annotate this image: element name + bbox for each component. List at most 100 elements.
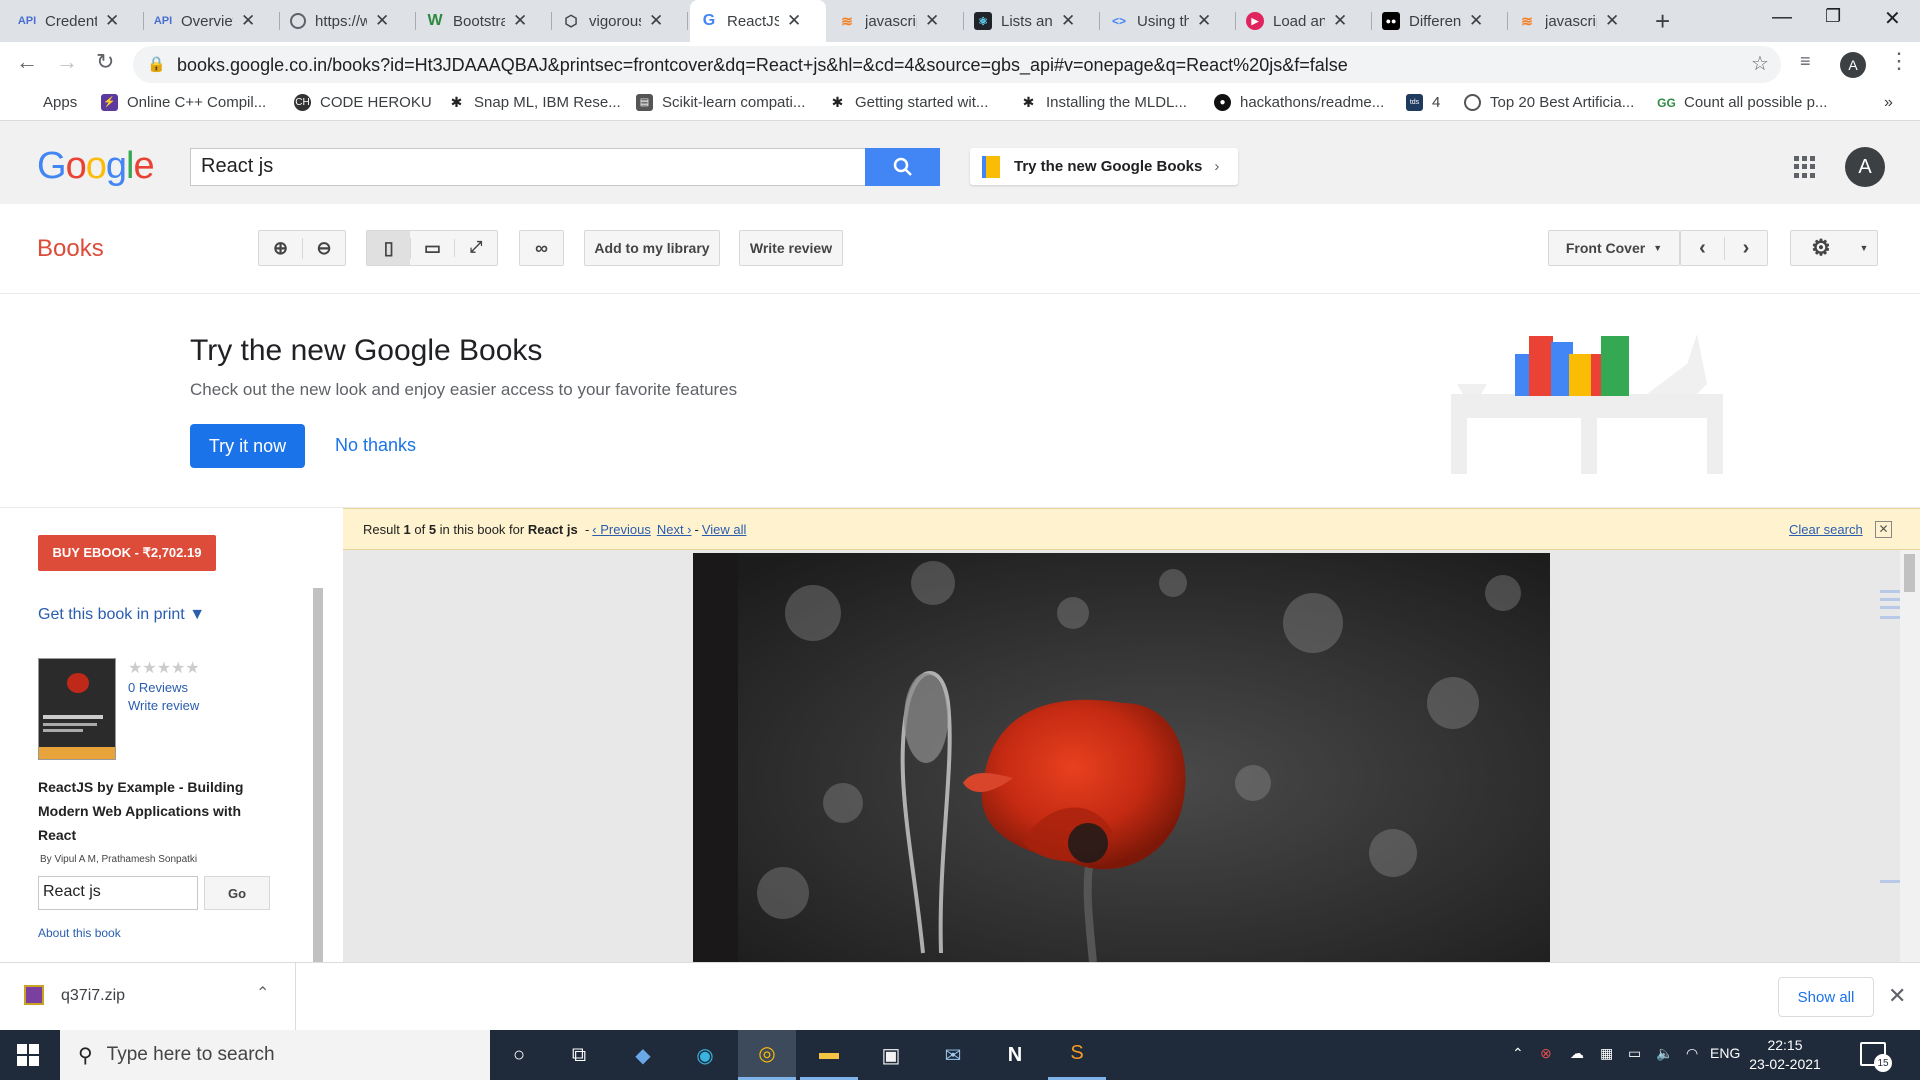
close-tab-icon[interactable]: ✕ <box>105 11 119 31</box>
close-tab-icon[interactable]: ✕ <box>513 11 527 31</box>
viewer-scrollbar[interactable] <box>1900 550 1920 962</box>
bookmark-installing-mldl[interactable]: ✱ Installing the MLDL... <box>1020 94 1187 111</box>
tab-bootstrap[interactable]: W Bootstrap ✕ <box>416 0 552 42</box>
about-this-book-link[interactable]: About this book <box>38 926 121 940</box>
cortana-icon[interactable]: ○ <box>490 1030 548 1080</box>
no-thanks-button[interactable]: No thanks <box>335 435 416 456</box>
search-in-book-input[interactable]: React js <box>38 876 198 910</box>
tab-lists[interactable]: ⚛ Lists and ✕ <box>964 0 1100 42</box>
show-all-downloads-button[interactable]: Show all <box>1778 977 1874 1017</box>
taskbar-search[interactable]: ⚲ Type here to search <box>60 1030 490 1080</box>
tab-javascript[interactable]: ≋ javascript ✕ <box>828 0 964 42</box>
close-icon[interactable]: ✕ <box>1875 521 1892 538</box>
tab-using[interactable]: <> Using th ✕ <box>1100 0 1236 42</box>
battery-icon[interactable]: ▭ <box>1628 1045 1641 1062</box>
google-apps-icon[interactable] <box>1794 156 1816 178</box>
chrome-icon[interactable]: ◎ <box>738 1030 796 1080</box>
bookmark-scikit-learn[interactable]: ▤ Scikit-learn compati... <box>636 94 805 111</box>
google-logo[interactable]: Google <box>37 145 155 188</box>
edge-icon[interactable]: ◉ <box>676 1030 734 1080</box>
two-page-icon[interactable]: ▭ <box>410 237 453 259</box>
close-tab-icon[interactable]: ✕ <box>375 11 389 31</box>
wifi-icon[interactable]: ◠ <box>1686 1045 1698 1062</box>
front-cover-dropdown[interactable]: Front Cover ▼ <box>1548 230 1680 266</box>
tab-different[interactable]: ●● Different ✕ <box>1372 0 1508 42</box>
bookmark-hackathons[interactable]: ● hackathons/readme... <box>1214 94 1384 111</box>
settings-dropdown[interactable]: ⚙ ▼ <box>1790 230 1878 266</box>
result-marker[interactable] <box>1880 590 1900 593</box>
reviews-link[interactable]: 0 Reviews <box>128 680 188 695</box>
address-bar[interactable]: 🔒 books.google.co.in/books?id=Ht3JDAAAQB… <box>133 46 1781 83</box>
notifications-icon[interactable]: 15 <box>1860 1042 1892 1072</box>
mail-icon[interactable]: ✉ <box>924 1030 982 1080</box>
media-control-icon[interactable]: ≡ <box>1800 51 1811 72</box>
clear-search-link[interactable]: Clear search <box>1789 522 1863 537</box>
volume-icon[interactable]: 🔈 <box>1656 1045 1673 1062</box>
fullscreen-icon[interactable]: ⤢ <box>453 239 497 257</box>
tab-javascript-2[interactable]: ≋ javascript ✕ <box>1508 0 1644 42</box>
url-text[interactable]: books.google.co.in/books?id=Ht3JDAAAQBAJ… <box>177 55 1348 76</box>
result-marker[interactable] <box>1880 606 1900 609</box>
sublime-text-icon[interactable]: S <box>1048 1030 1106 1080</box>
close-tab-icon[interactable]: ✕ <box>1469 11 1483 31</box>
tab-overview[interactable]: API Overview ✕ <box>144 0 280 42</box>
tab-https[interactable]: https://www ✕ <box>280 0 416 42</box>
close-tab-icon[interactable]: ✕ <box>925 11 939 31</box>
next-page-icon[interactable]: › <box>1723 236 1767 260</box>
book-cover-thumbnail[interactable] <box>38 658 116 760</box>
close-window-icon[interactable]: ✕ <box>1884 6 1901 31</box>
minimize-icon[interactable]: — <box>1772 6 1792 29</box>
bookmark-online-cpp[interactable]: ⚡ Online C++ Compil... <box>101 94 266 111</box>
task-view-icon[interactable]: ⧉ <box>550 1030 608 1080</box>
search-button[interactable] <box>865 148 940 186</box>
close-tab-icon[interactable]: ✕ <box>1061 11 1075 31</box>
bookmark-star-icon[interactable]: ☆ <box>1751 51 1769 76</box>
taskbar-clock[interactable]: 22:15 23-02-2021 <box>1735 1036 1835 1074</box>
bookmark-snap-ml[interactable]: ✱ Snap ML, IBM Rese... <box>448 94 621 111</box>
forward-icon[interactable]: → <box>56 49 78 75</box>
view-all-link[interactable]: View all <box>702 522 747 537</box>
go-button[interactable]: Go <box>204 876 270 910</box>
tab-vigorous[interactable]: ⬡ vigorous ✕ <box>552 0 688 42</box>
prev-page-icon[interactable]: ‹ <box>1681 237 1724 260</box>
download-item[interactable]: q37i7.zip ⌃ <box>0 963 296 1031</box>
tab-load[interactable]: ▶ Load an ✕ <box>1236 0 1372 42</box>
store-icon[interactable]: ▣ <box>862 1030 920 1080</box>
account-avatar[interactable]: A <box>1845 147 1885 187</box>
onedrive-icon[interactable]: ☁ <box>1570 1045 1584 1062</box>
chevron-up-icon[interactable]: ⌃ <box>256 983 269 1003</box>
more-bookmarks-icon[interactable]: » <box>1884 94 1893 112</box>
search-input[interactable]: React js <box>190 148 866 186</box>
back-icon[interactable]: ← <box>16 49 38 75</box>
new-tab-icon[interactable]: + <box>1655 6 1670 37</box>
books-title[interactable]: Books <box>37 235 104 263</box>
menu-kebab-icon[interactable]: ⋮ <box>1888 48 1910 74</box>
bookmark-tds[interactable]: tds 4 <box>1406 94 1440 111</box>
tab-reactjs-active[interactable]: G ReactJS ✕ <box>690 0 826 42</box>
bookmark-getting-started[interactable]: ✱ Getting started wit... <box>829 94 989 111</box>
viewer-scrollbar-thumb[interactable] <box>1904 554 1915 592</box>
buy-ebook-button[interactable]: BUY EBOOK - ₹2,702.19 <box>38 535 216 571</box>
app-icon[interactable]: ◆ <box>614 1030 672 1080</box>
zoom-out-icon[interactable]: ⊖ <box>301 237 345 259</box>
next-result-link[interactable]: Next › <box>657 522 692 537</box>
book-cover-page[interactable] <box>693 553 1550 962</box>
close-tab-icon[interactable]: ✕ <box>1197 11 1211 31</box>
bookmark-code-heroku[interactable]: CH CODE HEROKU <box>294 94 432 111</box>
antivirus-icon[interactable]: ⊗ <box>1540 1045 1552 1062</box>
reload-icon[interactable]: ↻ <box>96 49 114 75</box>
try-it-now-button[interactable]: Try it now <box>190 424 305 468</box>
write-review-button[interactable]: Write review <box>739 230 843 266</box>
restore-icon[interactable]: ❐ <box>1825 6 1841 27</box>
close-tab-icon[interactable]: ✕ <box>787 11 801 31</box>
add-to-library-button[interactable]: Add to my library <box>584 230 720 266</box>
zoom-in-icon[interactable]: ⊕ <box>259 238 302 259</box>
close-tab-icon[interactable]: ✕ <box>649 11 663 31</box>
get-book-in-print-link[interactable]: Get this book in print ▼ <box>38 606 205 624</box>
link-icon[interactable]: ∞ <box>519 230 564 266</box>
result-marker[interactable] <box>1880 616 1900 619</box>
single-page-icon[interactable]: ▯ <box>367 231 411 265</box>
result-marker[interactable] <box>1880 880 1900 883</box>
close-tab-icon[interactable]: ✕ <box>1333 11 1347 31</box>
bookmark-top-20[interactable]: Top 20 Best Artificia... <box>1464 94 1634 111</box>
